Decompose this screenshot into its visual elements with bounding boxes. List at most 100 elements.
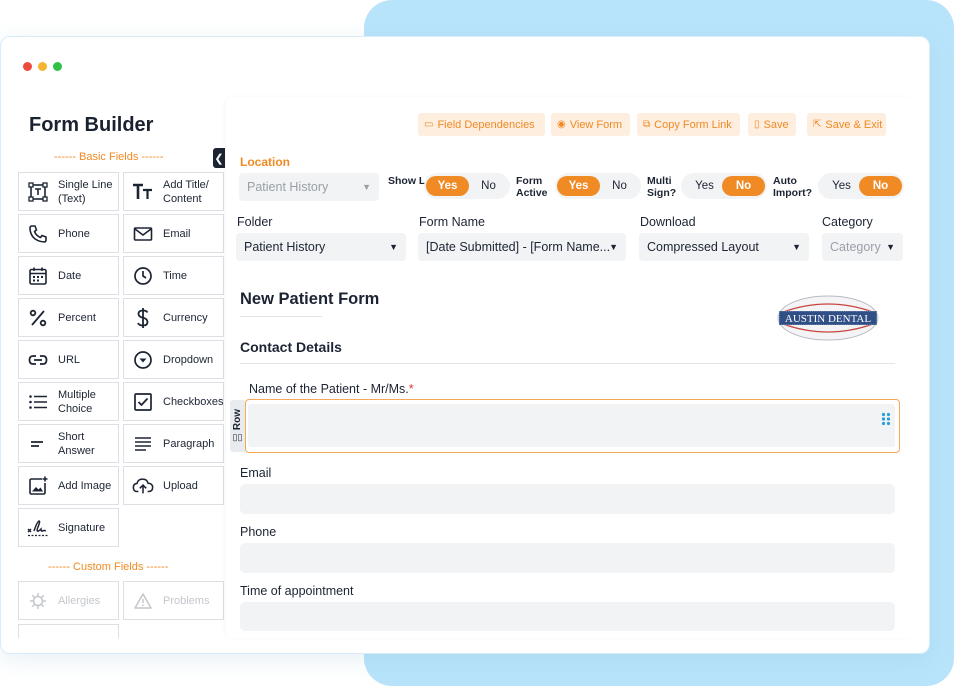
field-allergies[interactable]: Allergies [18, 581, 119, 620]
button-label: Save & Exit [825, 118, 883, 131]
required-marker: * [408, 382, 414, 396]
button-label: View Form [569, 118, 623, 131]
field-label: Single Line (Text) [58, 178, 113, 205]
field-time[interactable]: Time [123, 256, 224, 295]
location-select[interactable]: Patient History ▼ [239, 173, 379, 201]
toggle-yes[interactable]: Yes [820, 176, 863, 196]
field-add-image[interactable]: Add Image [18, 466, 119, 505]
collapse-sidebar-button[interactable]: ❮ [213, 148, 225, 168]
chevron-down-icon: ▼ [389, 242, 398, 252]
field-label: Email [163, 227, 191, 240]
phone-input[interactable] [240, 543, 895, 573]
field-email[interactable]: Email [123, 214, 224, 253]
field-short-answer[interactable]: Short Answer [18, 424, 119, 463]
save-exit-button[interactable]: ⇱ Save & Exit [807, 113, 886, 136]
field-checkboxes[interactable]: Checkboxes [123, 382, 224, 421]
toggle-no[interactable]: No [722, 176, 765, 196]
chevron-down-icon: ▼ [886, 242, 895, 252]
folder-select[interactable]: Patient History ▼ [236, 233, 406, 261]
field-label-email: Email [240, 466, 272, 480]
clock-icon [132, 265, 154, 287]
dropdown-icon [132, 349, 154, 371]
field-paragraph[interactable]: Paragraph [123, 424, 224, 463]
email-input[interactable] [240, 484, 895, 514]
row-drag-handle[interactable]: Row ▯▯ [230, 400, 245, 452]
category-select[interactable]: Category ▼ [822, 233, 903, 261]
field-label: Time [163, 269, 188, 282]
field-label-name: Name of the Patient - Mr/Ms.* [249, 382, 414, 396]
list-icon [27, 391, 49, 413]
calendar-icon [27, 265, 49, 287]
field-currency[interactable]: Currency [123, 298, 224, 337]
select-value: [Date Submitted] - [Form Name... [426, 240, 611, 254]
auto-import-label: Auto Import? [773, 175, 813, 199]
save-icon: ▯ [754, 119, 760, 130]
field-single-line-text[interactable]: Single Line (Text) [18, 172, 119, 211]
field-percent[interactable]: Percent [18, 298, 119, 337]
link-icon [27, 349, 49, 371]
chevron-down-icon: ▼ [792, 242, 801, 252]
copy-icon: ⧉ [643, 119, 651, 130]
columns-icon: ▯▯ [232, 432, 243, 443]
field-label: URL [58, 353, 81, 366]
field-date[interactable]: Date [18, 256, 119, 295]
download-select[interactable]: Compressed Layout ▼ [639, 233, 809, 261]
field-dropdown[interactable]: Dropdown [123, 340, 224, 379]
field-signature[interactable]: Signature [18, 508, 119, 547]
section-divider [240, 363, 895, 364]
form-name-select[interactable]: [Date Submitted] - [Form Name... ▼ [418, 233, 626, 261]
toggle-yes[interactable]: Yes [683, 176, 726, 196]
field-problems[interactable]: Problems [123, 581, 224, 620]
selected-row[interactable] [245, 399, 900, 453]
auto-import-toggle[interactable]: Yes No [818, 173, 904, 199]
maximize-window-dot[interactable] [53, 62, 62, 71]
email-icon [132, 223, 154, 245]
form-active-label: Form Active [516, 175, 548, 199]
custom-fields-header: ------ Custom Fields ------ [48, 561, 169, 573]
select-value: Category [830, 240, 881, 254]
field-label: Phone [58, 227, 90, 240]
category-label: Category [822, 215, 873, 229]
copy-form-link-button[interactable]: ⧉ Copy Form Link [637, 113, 740, 136]
field-multiple-choice[interactable]: Multiple Choice [18, 382, 119, 421]
form-active-toggle[interactable]: Yes No [555, 173, 641, 199]
toggle-no[interactable]: No [859, 176, 902, 196]
view-form-button[interactable]: ◉ View Form [551, 113, 630, 136]
name-input[interactable] [248, 404, 895, 447]
field-label: Dropdown [163, 353, 214, 366]
phone-icon [27, 223, 49, 245]
field-label: Percent [58, 311, 96, 324]
checkbox-icon [132, 391, 154, 413]
select-value: Compressed Layout [647, 240, 759, 254]
field-phone[interactable]: Phone [18, 214, 119, 253]
multi-sign-toggle[interactable]: Yes No [681, 173, 767, 199]
field-label-time: Time of appointment [240, 584, 354, 598]
toggle-yes[interactable]: Yes [426, 176, 469, 196]
toggle-no[interactable]: No [467, 176, 510, 196]
save-button[interactable]: ▯ Save [748, 113, 796, 136]
signature-icon [27, 517, 49, 539]
show-logo-toggle[interactable]: Yes No [424, 173, 510, 199]
page-title: Form Builder [29, 114, 154, 136]
toggle-no[interactable]: No [598, 176, 641, 196]
virus-icon [27, 590, 49, 612]
time-input[interactable] [240, 602, 895, 631]
paragraph-icon [132, 433, 154, 455]
folder-label: Folder [237, 215, 273, 229]
field-dependencies-button[interactable]: ▭ Field Dependencies [418, 113, 545, 136]
field-upload[interactable]: Upload [123, 466, 224, 505]
chevron-down-icon: ▼ [362, 182, 371, 192]
field-more[interactable] [18, 624, 119, 638]
toggle-yes[interactable]: Yes [557, 176, 600, 196]
section-title: Contact Details [240, 339, 342, 355]
minimize-window-dot[interactable] [38, 62, 47, 71]
field-add-title-content[interactable]: Add Title/ Content [123, 172, 224, 211]
close-window-dot[interactable] [23, 62, 32, 71]
warning-icon [132, 590, 154, 612]
drag-dots-icon[interactable] [881, 412, 891, 426]
dependencies-icon: ▭ [424, 119, 434, 130]
field-label: Short Answer [58, 430, 95, 457]
multi-sign-label: Multi Sign? [647, 175, 677, 199]
field-url[interactable]: URL [18, 340, 119, 379]
title-icon [132, 181, 154, 203]
